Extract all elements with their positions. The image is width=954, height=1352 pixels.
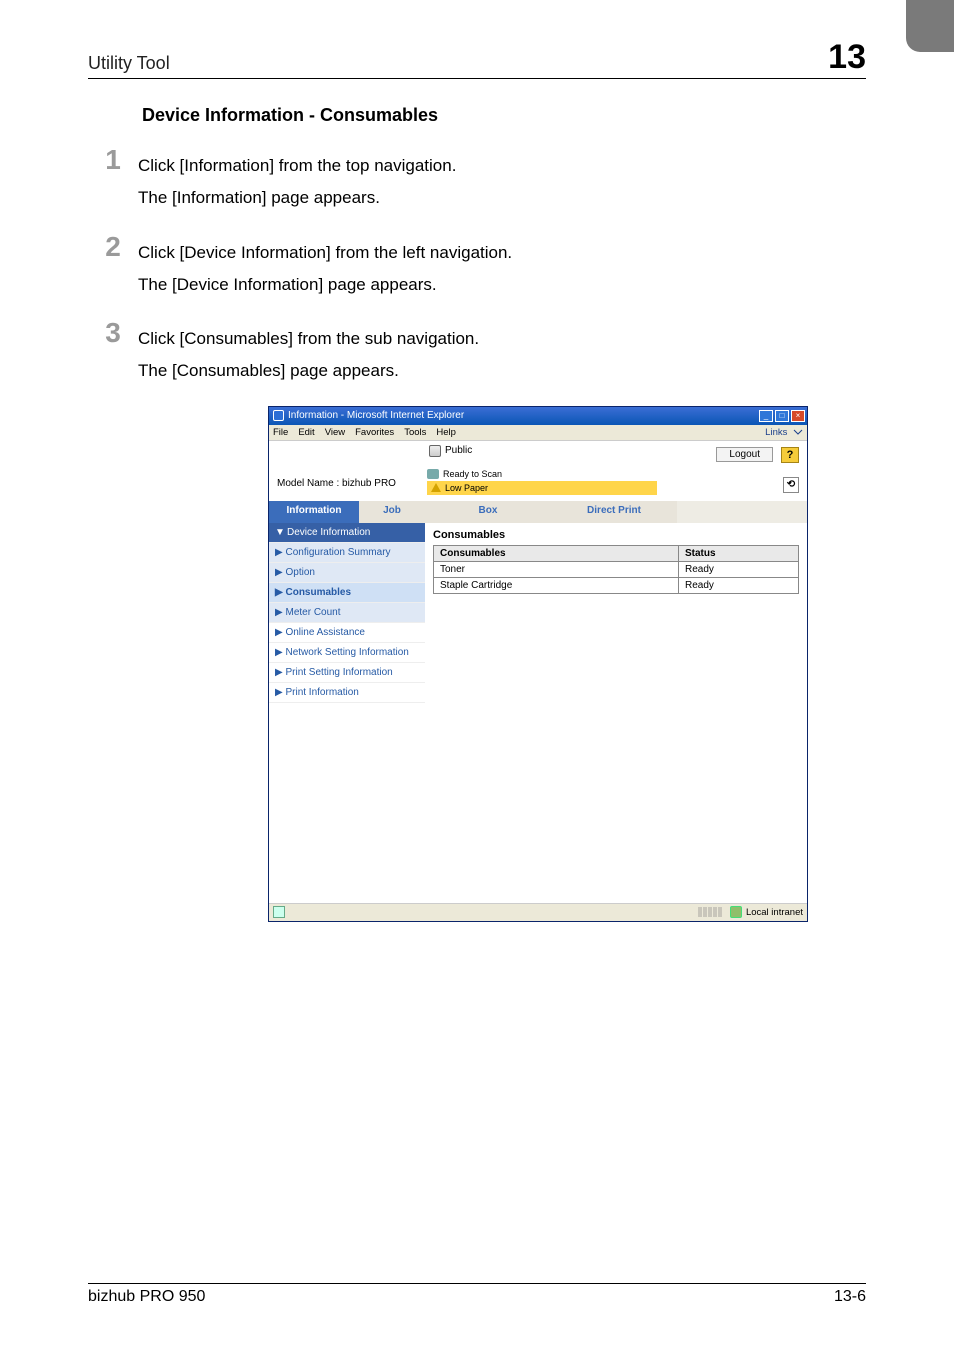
step-number: 2 [88, 233, 138, 261]
consumables-table: Consumables Status Toner Ready Staple Ca… [433, 545, 799, 594]
nav-device-information[interactable]: ▼Device Information [269, 523, 425, 543]
step-line: The [Consumables] page appears. [138, 355, 479, 387]
menu-view[interactable]: View [325, 427, 345, 438]
public-label: Public [429, 445, 472, 457]
content-heading: Consumables [433, 529, 799, 541]
cell-name: Toner [434, 561, 679, 577]
col-consumables: Consumables [434, 545, 679, 561]
step-line: Click [Consumables] from the sub navigat… [138, 323, 479, 355]
menu-edit[interactable]: Edit [298, 427, 314, 438]
step-line: The [Information] page appears. [138, 182, 456, 214]
user-icon [429, 445, 441, 457]
status-area: Model Name : bizhub PRO Ready to Scan Lo… [269, 467, 807, 501]
footer-right: 13-6 [834, 1288, 866, 1306]
window-close-button[interactable]: × [791, 410, 805, 422]
step-line: The [Device Information] page appears. [138, 269, 512, 301]
cell-status: Ready [679, 561, 799, 577]
footer-left: bizhub PRO 950 [88, 1288, 205, 1306]
model-name: Model Name : bizhub PRO [277, 478, 427, 495]
warning-icon [431, 483, 441, 492]
top-row: Public Logout ? [269, 441, 807, 467]
table-row: Toner Ready [434, 561, 799, 577]
content-pane: Consumables Consumables Status Toner Rea… [425, 523, 807, 903]
nav-network-setting[interactable]: ▶ Network Setting Information [269, 643, 425, 663]
window-minimize-button[interactable]: _ [759, 410, 773, 422]
chapter-number: 13 [828, 40, 866, 74]
header-title: Utility Tool [88, 53, 170, 74]
links-chevron-icon [793, 427, 803, 437]
tab-bar: Information Job Box Direct Print [269, 501, 807, 523]
menu-help[interactable]: Help [436, 427, 456, 438]
screenshot-window: Information - Microsoft Internet Explore… [268, 406, 808, 922]
progress-segments [698, 907, 722, 917]
zone-label: Local intranet [746, 907, 803, 918]
zone-icon [730, 906, 742, 918]
tab-direct-print[interactable]: Direct Print [551, 501, 677, 523]
logout-button[interactable]: Logout [716, 447, 773, 462]
ie-icon [273, 410, 284, 421]
nav-online-assistance[interactable]: ▶ Online Assistance [269, 623, 425, 643]
menu-tools[interactable]: Tools [404, 427, 426, 438]
table-row: Staple Cartridge Ready [434, 577, 799, 593]
menu-favorites[interactable]: Favorites [355, 427, 394, 438]
nav-configuration-summary[interactable]: ▶ Configuration Summary [269, 543, 425, 563]
step-number: 1 [88, 146, 138, 174]
main-row: ▼Device Information ▶ Configuration Summ… [269, 523, 807, 903]
nav-print-information[interactable]: ▶ Print Information [269, 683, 425, 703]
window-titlebar: Information - Microsoft Internet Explore… [269, 407, 807, 425]
window-title: Information - Microsoft Internet Explore… [288, 410, 464, 421]
tab-information[interactable]: Information [269, 501, 359, 523]
nav-option[interactable]: ▶ Option [269, 563, 425, 583]
status-ready: Ready to Scan [427, 467, 657, 481]
tab-job[interactable]: Job [359, 501, 425, 523]
col-status: Status [679, 545, 799, 561]
page-corner-tab [906, 0, 954, 52]
step-line: Click [Information] from the top navigat… [138, 150, 456, 182]
page-footer: bizhub PRO 950 13-6 [88, 1283, 866, 1306]
nav-meter-count[interactable]: ▶ Meter Count [269, 603, 425, 623]
links-label[interactable]: Links [765, 427, 803, 438]
cell-status: Ready [679, 577, 799, 593]
tab-box[interactable]: Box [425, 501, 551, 523]
step-3: 3 Click [Consumables] from the sub navig… [88, 319, 866, 388]
window-maximize-button[interactable]: □ [775, 410, 789, 422]
status-low-paper: Low Paper [427, 481, 657, 495]
cell-name: Staple Cartridge [434, 577, 679, 593]
menubar: File Edit View Favorites Tools Help Link… [269, 425, 807, 441]
step-number: 3 [88, 319, 138, 347]
printer-icon [427, 469, 439, 479]
step-1: 1 Click [Information] from the top navig… [88, 146, 866, 215]
step-2: 2 Click [Device Information] from the le… [88, 233, 866, 302]
done-icon [273, 906, 285, 918]
help-button[interactable]: ? [781, 447, 799, 463]
nav-consumables[interactable]: ▶ Consumables [269, 583, 425, 603]
nav-print-setting[interactable]: ▶ Print Setting Information [269, 663, 425, 683]
section-heading: Device Information - Consumables [142, 105, 866, 126]
step-line: Click [Device Information] from the left… [138, 237, 512, 269]
page-header: Utility Tool 13 [88, 40, 866, 79]
left-nav: ▼Device Information ▶ Configuration Summ… [269, 523, 425, 903]
menu-file[interactable]: File [273, 427, 288, 438]
status-bar: Local intranet [269, 903, 807, 921]
refresh-button[interactable]: ⟲ [783, 477, 799, 493]
